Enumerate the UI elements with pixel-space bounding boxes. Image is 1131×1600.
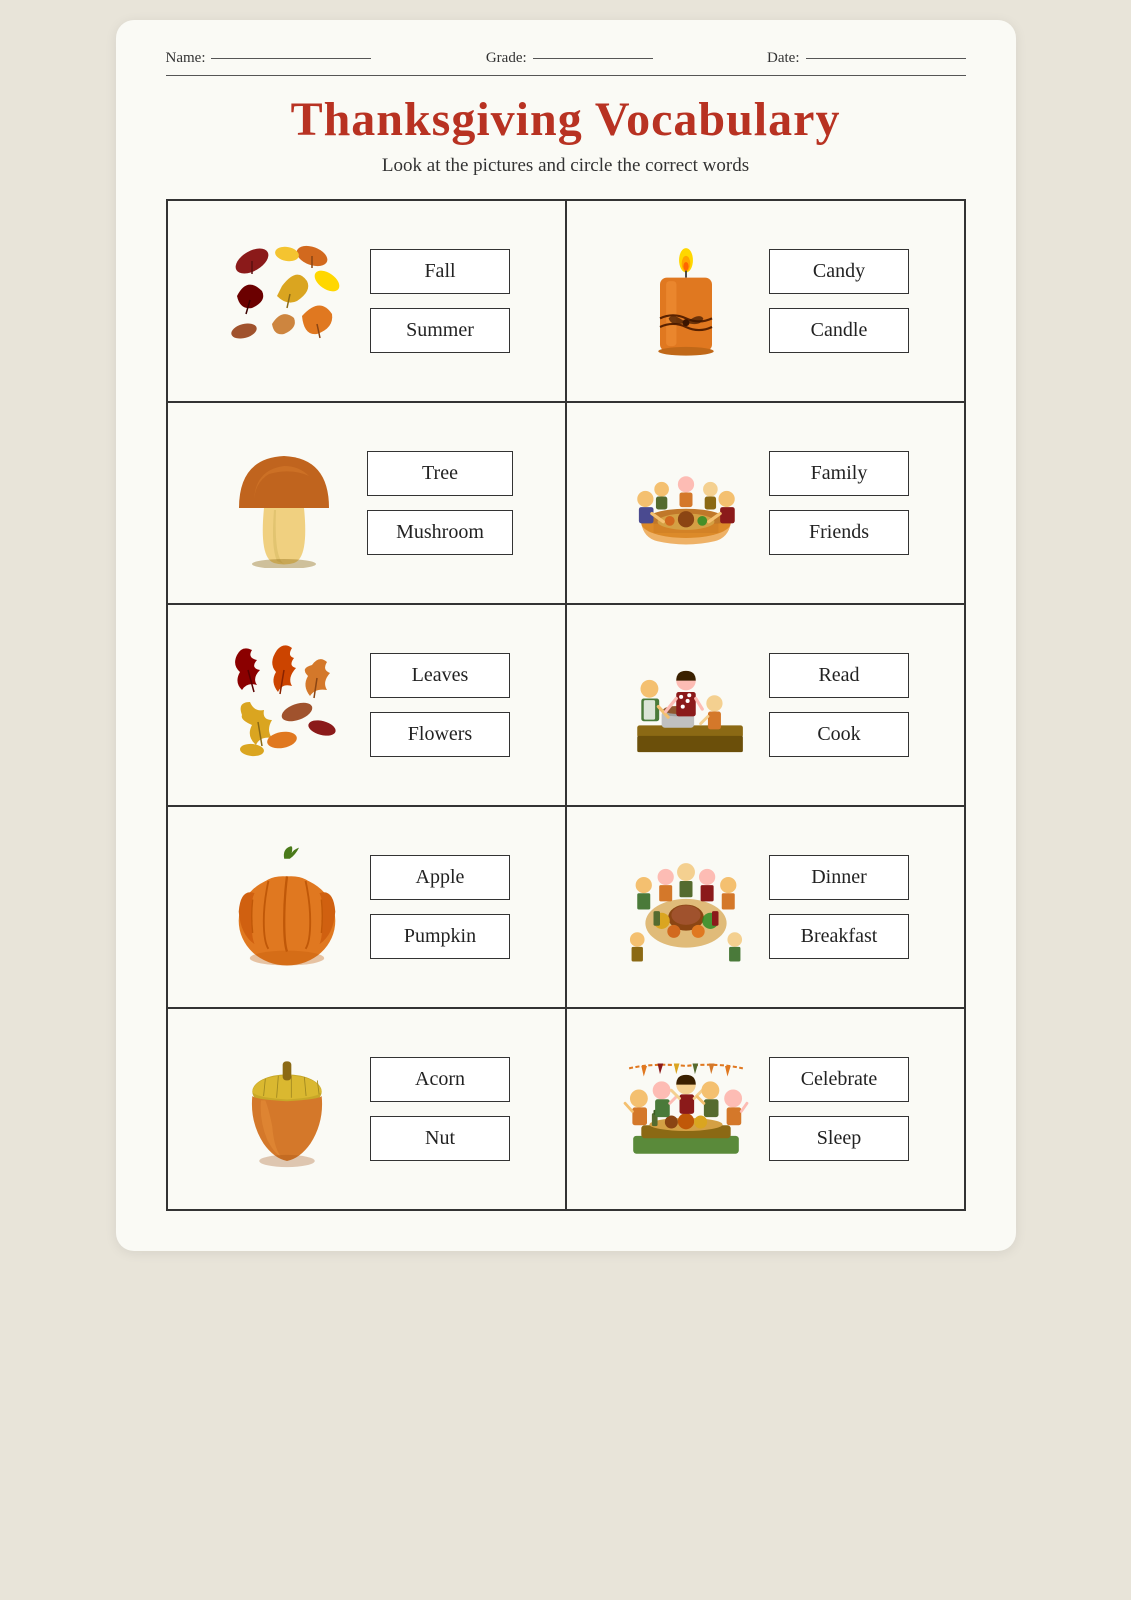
cell-feast: Dinner Breakfast [567,807,964,1007]
name-field: Name: [166,50,372,67]
cell-autumn-leaves: Fall Summer [168,201,567,401]
grid-row-1: Fall Summer [168,201,964,403]
mushroom-image [219,438,349,568]
celebrate-words: Celebrate Sleep [769,1057,909,1161]
cell-candle: Candy Candle [567,201,964,401]
cooking-image [621,640,751,770]
word-candle: Candle [769,308,909,353]
word-apple: Apple [370,855,510,900]
cell-leaves: Leaves Flowers [168,605,567,805]
cell-mushroom: Tree Mushroom [168,403,567,603]
word-breakfast: Breakfast [769,914,909,959]
pumpkin-image [222,842,352,972]
word-acorn: Acorn [370,1057,510,1102]
word-fall: Fall [370,249,510,294]
word-summer: Summer [370,308,510,353]
feast-words: Dinner Breakfast [769,855,909,959]
fall-words: Fall Summer [370,249,510,353]
word-leaves: Leaves [370,653,510,698]
grade-label: Grade: [486,50,527,67]
page-subtitle: Look at the pictures and circle the corr… [166,155,966,177]
word-mushroom: Mushroom [367,510,513,555]
grid-row-4: Apple Pumpkin [168,807,964,1009]
word-sleep: Sleep [769,1116,909,1161]
word-tree: Tree [367,451,513,496]
celebrate-image [621,1044,751,1174]
header-fields: Name: Grade: Date: [166,50,966,67]
word-friends: Friends [769,510,909,555]
acorn-image [222,1044,352,1174]
cell-cooking: Read Cook [567,605,964,805]
page-title: Thanksgiving Vocabulary [166,92,966,147]
grade-field: Grade: [486,50,653,67]
word-candy: Candy [769,249,909,294]
family-words: Family Friends [769,451,909,555]
pumpkin-words: Apple Pumpkin [370,855,510,959]
word-read: Read [769,653,909,698]
cell-acorn: Acorn Nut [168,1009,567,1209]
word-dinner: Dinner [769,855,909,900]
mushroom-words: Tree Mushroom [367,451,513,555]
autumn-leaves-2-image [222,640,352,770]
date-label: Date: [767,50,799,67]
feast-image [621,842,751,972]
grid-row-3: Leaves Flowers [168,605,964,807]
grid-row-2: Tree Mushroom [168,403,964,605]
worksheet-page: Name: Grade: Date: Thanksgiving Vocabula… [116,20,1016,1251]
acorn-words: Acorn Nut [370,1057,510,1161]
candle-image [621,236,751,366]
word-family: Family [769,451,909,496]
word-nut: Nut [370,1116,510,1161]
name-label: Name: [166,50,206,67]
candle-words: Candy Candle [769,249,909,353]
cell-pumpkin: Apple Pumpkin [168,807,567,1007]
date-field: Date: [767,50,965,67]
word-cook: Cook [769,712,909,757]
leaves-words: Leaves Flowers [370,653,510,757]
word-pumpkin: Pumpkin [370,914,510,959]
autumn-leaves-image [222,236,352,366]
vocabulary-grid: Fall Summer [166,199,966,1211]
word-celebrate: Celebrate [769,1057,909,1102]
family-image [621,438,751,568]
cell-celebrate: Celebrate Sleep [567,1009,964,1209]
cell-family: Family Friends [567,403,964,603]
word-flowers: Flowers [370,712,510,757]
cook-words: Read Cook [769,653,909,757]
grid-row-5: Acorn Nut [168,1009,964,1209]
